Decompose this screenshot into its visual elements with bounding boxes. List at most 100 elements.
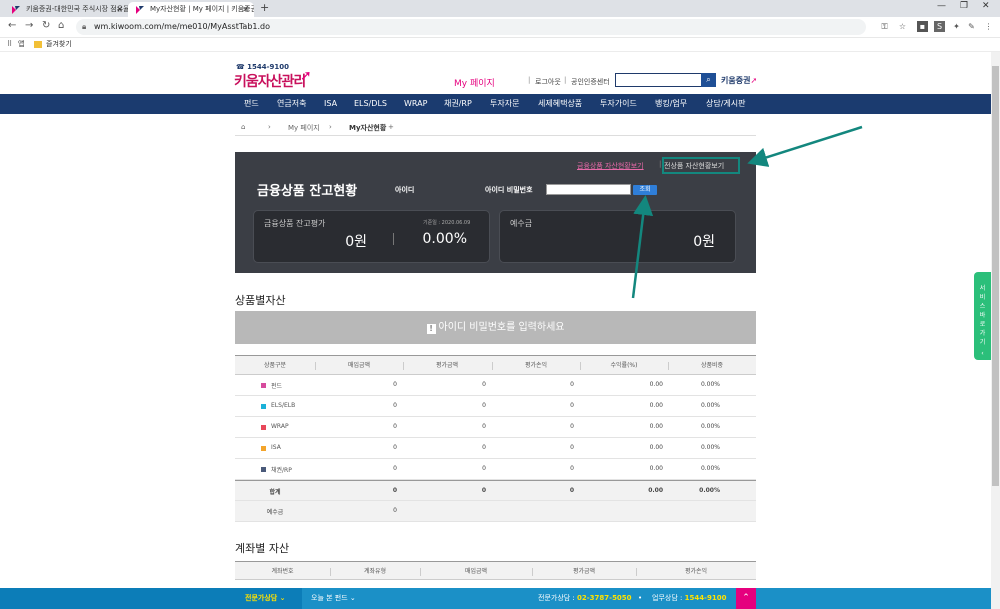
col-profit-loss: 평가손익 (684, 568, 708, 575)
nav-fund[interactable]: 펀드 (244, 94, 259, 114)
expert-consult-button[interactable]: 전문가상담 ⌄ (245, 588, 286, 609)
product-assets-title: 상품별자산 (235, 294, 286, 307)
site-logo[interactable]: 키움자산관리 (234, 71, 306, 91)
legend-square-icon (261, 404, 266, 409)
main-navigation: 펀드 연금저축 ISA ELS/DLS WRAP 채권/RP 투자자문 세제혜택… (0, 94, 991, 114)
breadcrumb-mypage[interactable]: My 페이지 (288, 123, 320, 133)
forward-icon[interactable]: → (25, 20, 33, 31)
financial-assets-link[interactable]: 금융상품 자산현황보기 (577, 161, 644, 171)
maximize-icon[interactable]: ❐ (960, 1, 968, 11)
deposit-amount: 0원 (693, 234, 715, 250)
pen-icon[interactable]: ✎ (966, 21, 977, 32)
brand-arrow-icon: ➚ (750, 76, 758, 85)
close-tab-icon[interactable]: ✕ (242, 2, 249, 17)
cert-center-link[interactable]: 공인인증센터 (571, 77, 610, 87)
nav-advisory[interactable]: 투자자문 (490, 94, 519, 114)
product-row: 채권/RP 0 0 0 0.00 0.00% (235, 459, 756, 480)
extension-icon[interactable]: S (934, 21, 945, 32)
card-label: 예수금 (510, 219, 533, 228)
nav-banking[interactable]: 뱅킹/업무 (655, 94, 687, 114)
total-weight: 0.00% (699, 487, 720, 494)
new-tab-icon[interactable]: + (260, 1, 269, 14)
plus-icon[interactable]: + (388, 123, 394, 131)
nav-consult-board[interactable]: 상담/게시판 (706, 94, 746, 114)
nav-bond-rp[interactable]: 채권/RP (444, 94, 472, 114)
nav-pension[interactable]: 연금저축 (277, 94, 306, 114)
nav-invest-guide[interactable]: 투자가이드 (600, 94, 637, 114)
extension-icon[interactable]: ▪ (917, 21, 928, 32)
total-label: 합계 (269, 489, 281, 496)
logout-link[interactable]: 로그아웃 (535, 77, 561, 87)
product-name: ELS/ELB (271, 402, 296, 409)
product-buy: 0 (393, 402, 397, 409)
star-icon[interactable]: ☆ (897, 21, 908, 32)
brand-link[interactable]: 키움증권➚ (721, 75, 757, 86)
product-table-header: 상품구분 매입금액 평가금액 평가손익 수익률(%) 상품비중 (235, 355, 756, 375)
kiwoom-favicon-icon (12, 6, 20, 14)
card-label: 금융상품 잔고평가 (264, 219, 326, 228)
bookmark-favorites[interactable]: 즐겨찾기 (46, 38, 72, 51)
col-account-type: 계좌유형 (363, 568, 387, 575)
page-title: My 페이지 (454, 79, 495, 89)
product-pl: 0 (570, 381, 574, 388)
bookmark-apps[interactable]: 앱 (18, 38, 24, 51)
reload-icon[interactable]: ↻ (42, 20, 50, 31)
scroll-top-icon[interactable]: ⌃ (736, 588, 756, 609)
back-icon[interactable]: ← (8, 20, 16, 31)
window-close-icon[interactable]: ✕ (982, 1, 990, 11)
search-input[interactable] (615, 73, 702, 87)
highlight-box (662, 157, 740, 174)
col-weight: 상품비중 (700, 362, 724, 369)
deposit-row: 예수금 0 (235, 501, 756, 522)
url-text[interactable]: wm.kiwoom.com/me/me010/MyAsstTab1.do (94, 19, 270, 35)
expert-consult-label: 전문가상담 (245, 594, 278, 602)
query-button[interactable]: 조회 (633, 185, 657, 195)
omnibox[interactable]: 🔒︎ wm.kiwoom.com/me/me010/MyAsstTab1.do (76, 19, 866, 35)
chevron-down-icon: ⌄ (279, 594, 286, 602)
id-label: 아이디 (395, 186, 415, 194)
kiwoom-favicon-icon (136, 6, 144, 14)
col-account-no: 계좌번호 (271, 568, 294, 575)
close-tab-icon[interactable]: ✕ (116, 2, 123, 17)
product-name: 채권/RP (271, 467, 292, 474)
browser-tab-my-assets[interactable]: My자산현황 | My 페이지 | 키움증권 ✕ (128, 2, 254, 17)
nav-tax-products[interactable]: 세제혜택상품 (538, 94, 582, 114)
key-icon[interactable]: ⚿ (879, 21, 890, 32)
browser-tab-kiwoom-home[interactable]: 키움증권-대한민국 주식시장 점유율 1위 ✕ (4, 2, 128, 17)
product-eval: 0 (482, 402, 486, 409)
today-fund-button[interactable]: 오늘 본 펀드 ⌄ (311, 588, 356, 609)
product-eval: 0 (482, 381, 486, 388)
product-weight: 0.00% (700, 423, 720, 430)
expert-phone-number: 02-3787-5050 (577, 594, 632, 602)
product-eval: 0 (482, 423, 486, 430)
scrollbar-thumb[interactable] (992, 66, 999, 486)
minimize-icon[interactable]: — (937, 1, 946, 11)
browser-tab-bar: 키움증권-대한민국 주식시장 점유율 1위 ✕ My자산현황 | My 페이지 … (0, 0, 1000, 17)
home-icon[interactable]: ⌂ (241, 123, 245, 131)
product-rate: 0.00 (649, 381, 663, 388)
menu-dots-icon[interactable]: ⋮ (983, 21, 994, 32)
search-icon[interactable]: ⌕ (701, 73, 716, 87)
page-scrollbar[interactable] (991, 52, 1000, 609)
logo-arrow-icon: ➚ (300, 68, 312, 84)
password-input[interactable] (546, 184, 631, 195)
puzzle-icon[interactable]: ✦ (951, 21, 962, 32)
service-shortcut-tab[interactable]: 서비스바로가기 ‹ (974, 272, 991, 360)
expert-phone-label: 전문가상담 : (538, 594, 575, 602)
nav-els-dls[interactable]: ELS/DLS (354, 94, 387, 114)
biz-phone: 업무상담 : 1544-9100 (652, 588, 726, 609)
col-eval-amount: 평가금액 (435, 362, 459, 369)
product-weight: 0.00% (700, 381, 720, 388)
password-label: 아이디 비밀번호 (485, 186, 533, 194)
product-rate: 0.00 (649, 444, 663, 451)
apps-icon[interactable]: ⠿ (7, 38, 12, 51)
home-icon[interactable]: ⌂ (58, 20, 64, 31)
breadcrumb-current[interactable]: My자산현황 (349, 123, 386, 133)
balance-eval-card: 금융상품 잔고평가 기준일 : 2020.06.09 0원 0.00% (253, 210, 490, 263)
nav-isa[interactable]: ISA (324, 94, 337, 114)
nav-wrap[interactable]: WRAP (404, 94, 427, 114)
product-pl: 0 (570, 444, 574, 451)
total-pl: 0 (569, 487, 574, 494)
col-buy-amount: 매입금액 (347, 362, 371, 369)
col-buy-amount: 매입금액 (464, 568, 488, 575)
